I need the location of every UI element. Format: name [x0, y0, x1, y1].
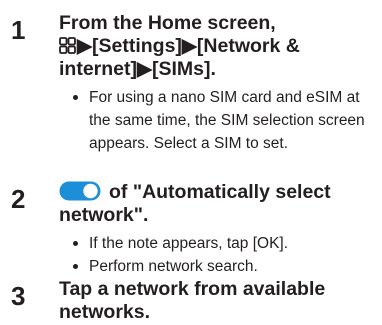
- step-number: 3: [11, 281, 26, 311]
- step-number: 2: [11, 184, 26, 214]
- step-title-line: Tap a network from available: [59, 278, 326, 300]
- step-title-line: of "Automatically select: [59, 181, 379, 204]
- step-title-text: of "Automatically select: [109, 181, 331, 203]
- bullet-dot-icon: [73, 264, 78, 269]
- step-title: From the Home screen, ▶[Settings]▶[Netwo…: [59, 12, 379, 81]
- step-note: For using a nano SIM card and eSIM at th…: [73, 86, 379, 155]
- step-number: 1: [11, 15, 26, 45]
- step-note-text: For using a nano SIM card and eSIM at th…: [89, 89, 365, 152]
- step-note-text: Perform network search.: [89, 258, 258, 275]
- step-title-line: network".: [59, 204, 149, 226]
- step-title-line: networks.: [59, 301, 151, 323]
- step-title: Tap a network from available networks.: [59, 278, 379, 324]
- toggle-switch-icon: [59, 181, 101, 201]
- step-notes: For using a nano SIM card and eSIM at th…: [73, 86, 379, 155]
- step-note: If the note appears, tap [OK].: [73, 232, 379, 255]
- bullet-dot-icon: [73, 241, 78, 246]
- step-notes: If the note appears, tap [OK]. Perform n…: [73, 232, 379, 278]
- bullet-dot-icon: [73, 95, 78, 100]
- apps-grid-icon: [59, 37, 76, 54]
- step-note: Perform network search.: [73, 255, 379, 278]
- step-note-text: If the note appears, tap [OK].: [89, 235, 289, 252]
- step-title: of "Automatically select network".: [59, 181, 379, 227]
- step-title-line: internet]▶[SIMs].: [59, 58, 216, 80]
- step-title-line: From the Home screen,: [59, 12, 276, 34]
- step-title-text: ▶[Settings]▶[Network &: [77, 35, 300, 57]
- step-title-line: ▶[Settings]▶[Network &: [59, 35, 379, 58]
